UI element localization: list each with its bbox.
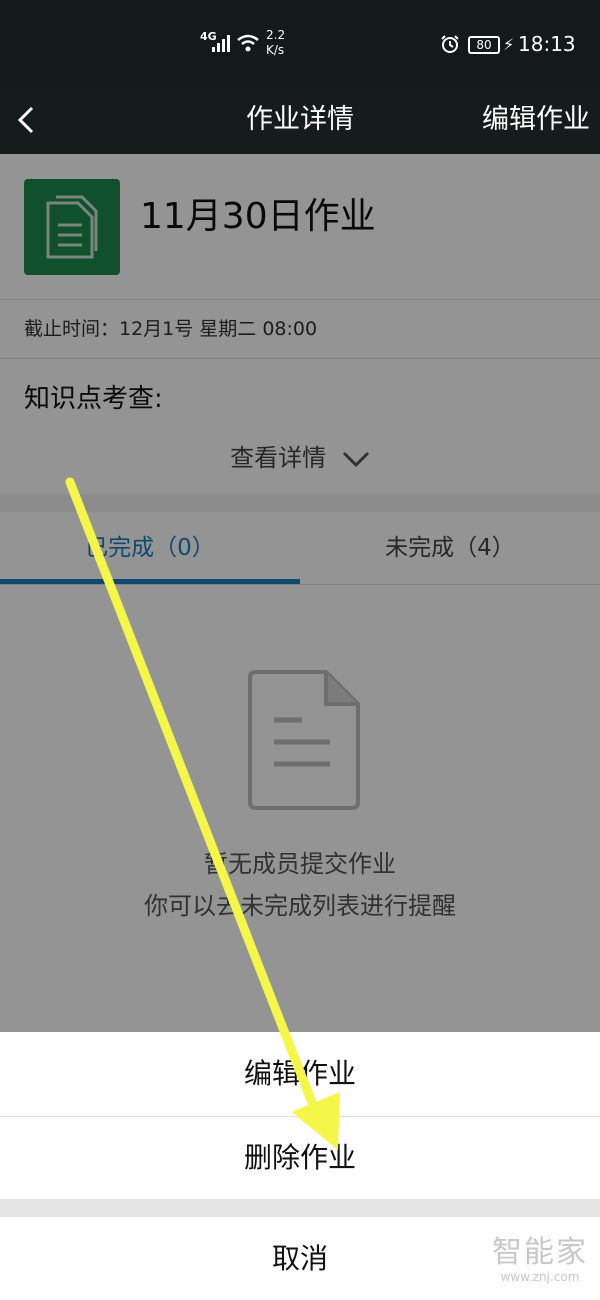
wifi-icon [237,34,259,52]
network-speed: 2.2 K/s [266,28,285,58]
delete-homework-option[interactable]: 删除作业 [0,1117,600,1199]
modal-overlay[interactable] [0,154,600,1032]
nav-bar: 作业详情 编辑作业 [0,88,600,154]
watermark-brand: 智能家 [492,1235,588,1270]
speed-unit: K/s [266,43,285,57]
clock: 18:13 [518,32,576,56]
charging-icon: ⚡ [503,35,515,54]
alarm-icon [441,35,459,53]
speed-value: 2.2 [266,28,286,42]
status-bar: 4G 2.2 K/s 80 ⚡ 18:13 [0,0,600,88]
sheet-gap [0,1199,600,1217]
watermark: 智能家 www.znj.com [490,1235,590,1285]
signal-icon [212,35,230,52]
edit-homework-link[interactable]: 编辑作业 [482,98,590,142]
edit-homework-option[interactable]: 编辑作业 [0,1032,600,1116]
watermark-url: www.znj.com [500,1270,580,1284]
battery-level: 80 [476,38,492,52]
battery-icon: 80 [468,36,500,54]
